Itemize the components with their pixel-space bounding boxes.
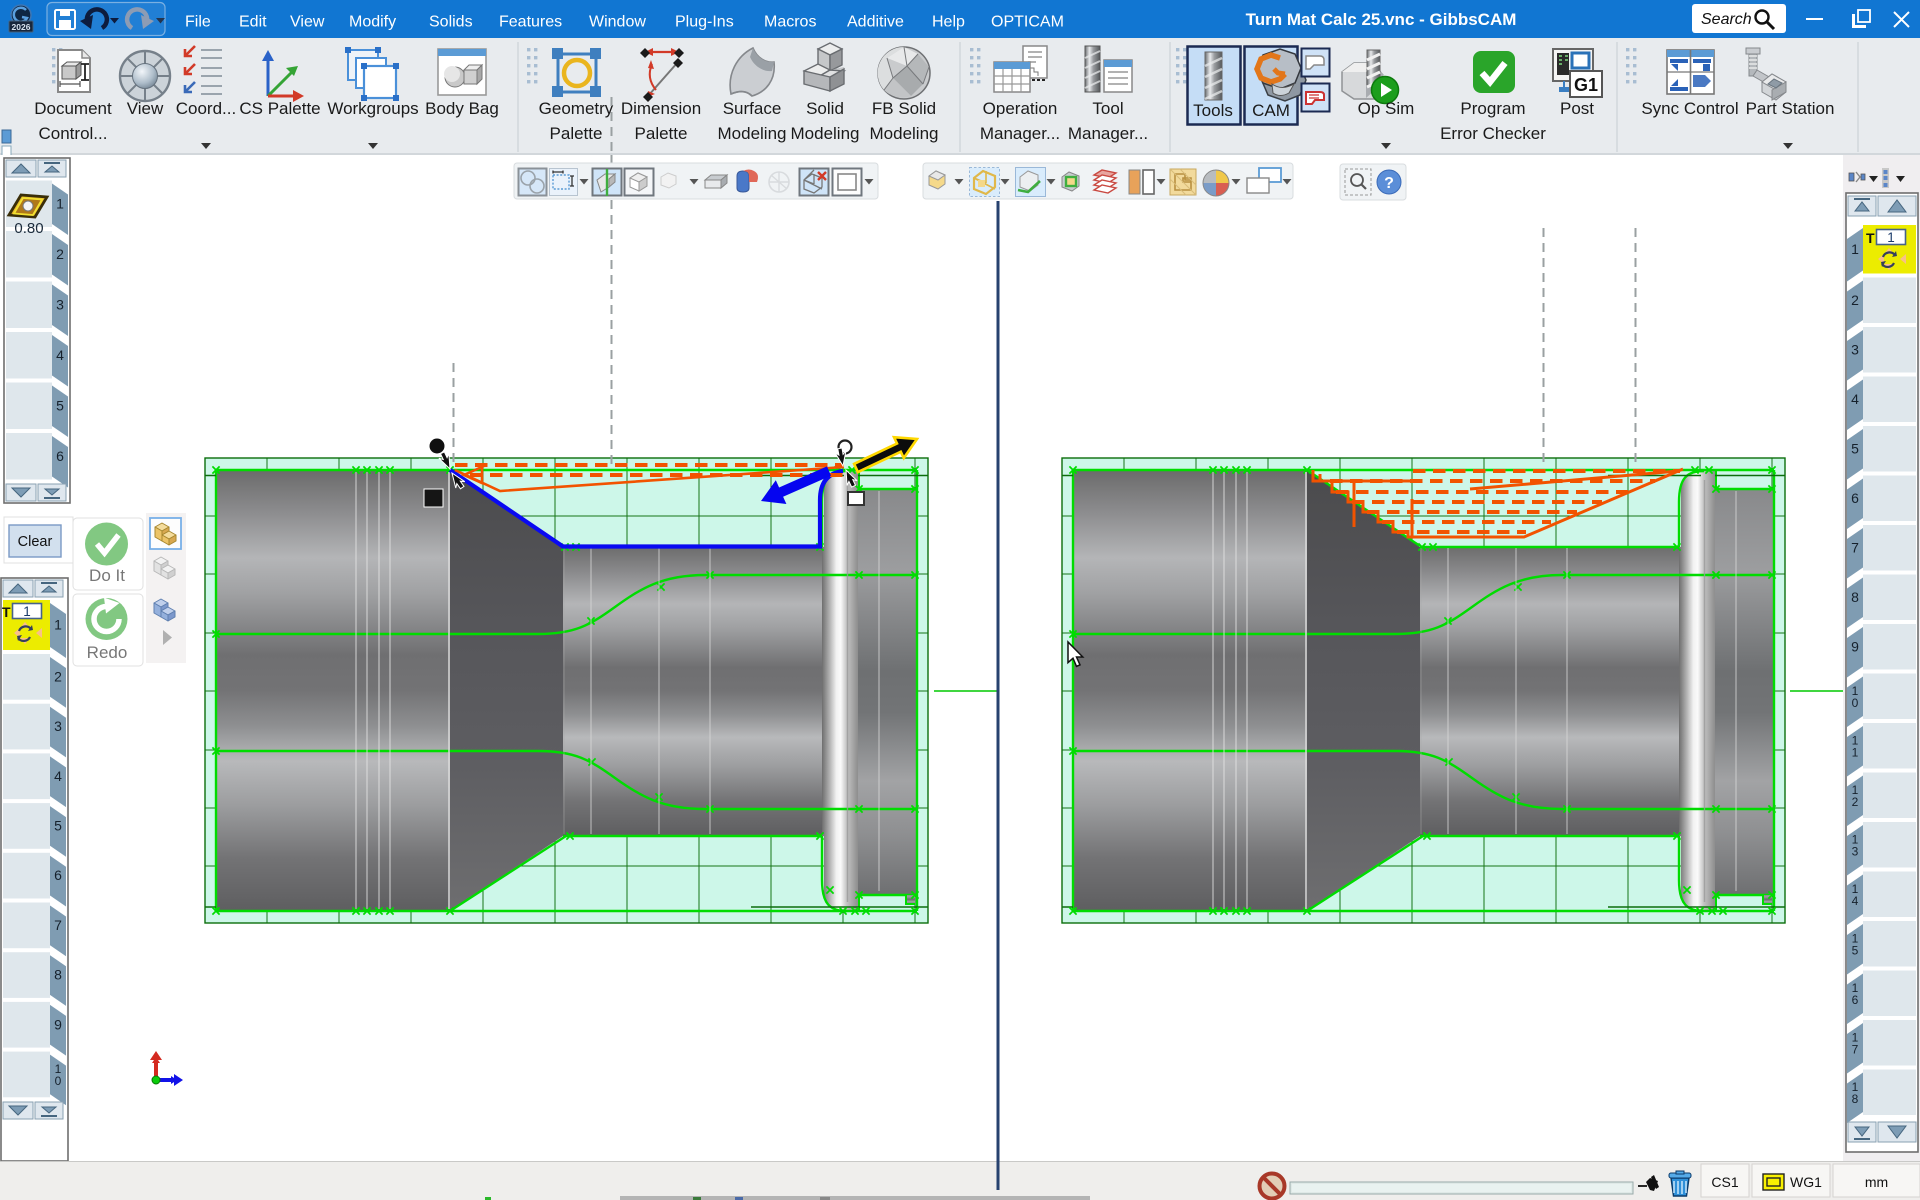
- svg-text:Do It: Do It: [89, 566, 125, 585]
- svg-text:Dimension: Dimension: [621, 99, 701, 118]
- svg-text:8: 8: [1852, 1092, 1859, 1106]
- svg-text:1: 1: [1851, 241, 1859, 257]
- svg-text:Program: Program: [1460, 99, 1525, 118]
- svg-text:2026: 2026: [12, 22, 31, 32]
- svg-text:Body Bag: Body Bag: [425, 99, 499, 118]
- svg-text:View: View: [127, 99, 164, 118]
- svg-text:7: 7: [54, 917, 62, 933]
- svg-text:6: 6: [54, 867, 62, 883]
- svg-text:T: T: [2, 604, 11, 620]
- svg-text:mm: mm: [1865, 1174, 1888, 1190]
- svg-text:Post: Post: [1560, 99, 1594, 118]
- svg-text:Operation: Operation: [983, 99, 1058, 118]
- svg-text:WG1: WG1: [1790, 1174, 1822, 1190]
- svg-text:3: 3: [1852, 844, 1859, 858]
- svg-text:2: 2: [56, 246, 64, 262]
- svg-text:2: 2: [1851, 292, 1859, 308]
- svg-text:CS1: CS1: [1711, 1174, 1738, 1190]
- svg-text:2: 2: [1852, 795, 1859, 809]
- svg-text:1: 1: [56, 195, 64, 211]
- svg-text:File: File: [185, 14, 211, 31]
- svg-text:Clear: Clear: [18, 534, 53, 550]
- svg-text:Document: Document: [34, 99, 112, 118]
- svg-text:9: 9: [54, 1016, 62, 1032]
- svg-text:4: 4: [54, 768, 62, 784]
- svg-text:G1: G1: [1574, 75, 1598, 95]
- svg-text:6: 6: [56, 448, 64, 464]
- svg-text:Macros: Macros: [764, 14, 816, 31]
- svg-text:CAM: CAM: [1252, 101, 1290, 120]
- svg-text:Op Sim: Op Sim: [1358, 99, 1415, 118]
- svg-text:3: 3: [54, 718, 62, 734]
- svg-text:1: 1: [23, 604, 31, 619]
- svg-text:6: 6: [1851, 490, 1859, 506]
- svg-text:Tools: Tools: [1193, 101, 1233, 120]
- svg-text:4: 4: [1851, 391, 1859, 407]
- svg-text:Sync Control: Sync Control: [1641, 99, 1738, 118]
- svg-text:3: 3: [56, 296, 64, 312]
- svg-text:OPTICAM: OPTICAM: [991, 14, 1064, 31]
- svg-text:FB Solid: FB Solid: [872, 99, 936, 118]
- svg-text:Geometry: Geometry: [539, 99, 614, 118]
- svg-text:Redo: Redo: [87, 643, 128, 662]
- svg-text:Modeling: Modeling: [870, 124, 939, 143]
- svg-text:6: 6: [1852, 993, 1859, 1007]
- svg-text:Modeling: Modeling: [791, 124, 860, 143]
- svg-text:Error Checker: Error Checker: [1440, 124, 1546, 143]
- svg-text:1: 1: [1887, 230, 1895, 245]
- svg-text:8: 8: [54, 967, 62, 983]
- svg-text:Workgroups: Workgroups: [327, 99, 418, 118]
- svg-text:7: 7: [1851, 539, 1859, 555]
- svg-text:2: 2: [54, 668, 62, 684]
- svg-text:8: 8: [1851, 589, 1859, 605]
- svg-text:4: 4: [56, 347, 64, 363]
- svg-text:1: 1: [1852, 745, 1859, 759]
- svg-text:Palette: Palette: [635, 124, 688, 143]
- svg-text:Palette: Palette: [550, 124, 603, 143]
- svg-text:T: T: [1866, 230, 1875, 246]
- svg-text:5: 5: [1851, 440, 1859, 456]
- svg-text:5: 5: [1852, 943, 1859, 957]
- svg-text:Modeling: Modeling: [718, 124, 787, 143]
- svg-text:0: 0: [55, 1074, 62, 1088]
- svg-text:9: 9: [1851, 638, 1859, 654]
- svg-text:Additive: Additive: [847, 14, 904, 31]
- svg-text:Surface: Surface: [723, 99, 782, 118]
- svg-text:Manager...: Manager...: [1068, 124, 1148, 143]
- svg-text:?: ?: [1384, 175, 1394, 192]
- svg-text:4: 4: [1852, 894, 1859, 908]
- svg-text:Control...: Control...: [39, 124, 108, 143]
- svg-text:Manager...: Manager...: [980, 124, 1060, 143]
- svg-text:View: View: [290, 14, 325, 31]
- svg-text:Part Station: Part Station: [1746, 99, 1835, 118]
- svg-text:Features: Features: [499, 14, 562, 31]
- svg-text:5: 5: [56, 397, 64, 413]
- svg-text:Turn Mat Calc 25.vnc - GibbsCA: Turn Mat Calc 25.vnc - GibbsCAM: [1246, 10, 1517, 29]
- svg-text:Solids: Solids: [429, 14, 473, 31]
- svg-text:0: 0: [1852, 696, 1859, 710]
- svg-text:0.80: 0.80: [14, 220, 43, 237]
- svg-text:Help: Help: [932, 14, 965, 31]
- svg-text:Coord...: Coord...: [176, 99, 236, 118]
- svg-text:1: 1: [54, 617, 62, 633]
- svg-text:CS Palette: CS Palette: [239, 99, 320, 118]
- svg-text:5: 5: [54, 817, 62, 833]
- svg-text:3: 3: [1851, 341, 1859, 357]
- svg-text:Edit: Edit: [239, 14, 267, 31]
- svg-text:Plug-Ins: Plug-Ins: [675, 14, 734, 31]
- svg-text:7: 7: [1852, 1042, 1859, 1056]
- svg-text:Solid: Solid: [806, 99, 844, 118]
- svg-text:Tool: Tool: [1092, 99, 1123, 118]
- svg-text:Search: Search: [1701, 11, 1752, 28]
- svg-text:Window: Window: [589, 14, 646, 31]
- svg-text:Modify: Modify: [349, 14, 396, 31]
